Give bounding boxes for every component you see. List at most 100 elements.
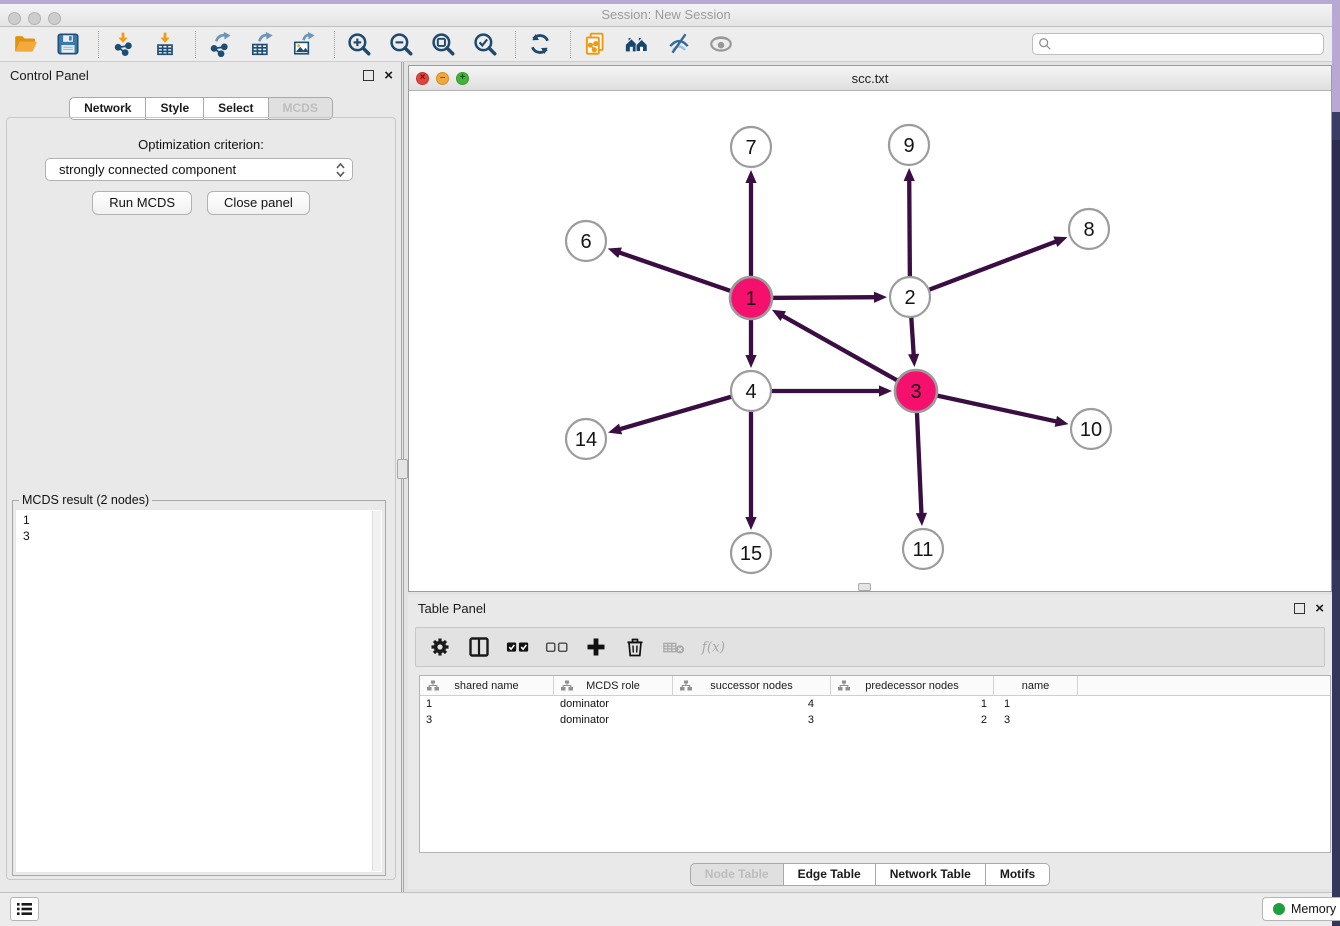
node-table-header: shared nameMCDS rolesuccessor nodesprede…	[420, 676, 1330, 696]
zoom-window-button[interactable]	[48, 12, 61, 25]
unselect-all-columns-icon[interactable]	[545, 635, 569, 659]
svg-text:2: 2	[904, 287, 915, 309]
network-minimize-button[interactable]: –	[436, 72, 449, 85]
mcds-result-text: 1 3	[16, 510, 382, 544]
export-image-icon[interactable]	[290, 31, 317, 58]
graph-node-2[interactable]: 2	[890, 277, 930, 317]
zoom-out-icon[interactable]	[387, 31, 414, 58]
network-canvas[interactable]: 7 9 6 8 1 2 4 3 14 10 15 11	[409, 91, 1331, 591]
graph-node-11[interactable]: 11	[903, 529, 943, 569]
svg-text:11: 11	[913, 539, 934, 561]
status-bar	[0, 892, 1332, 926]
close-table-panel-icon[interactable]: ×	[1315, 603, 1324, 614]
graph-node-9[interactable]: 9	[889, 125, 929, 165]
clone-network-icon[interactable]	[581, 31, 608, 58]
toggle-column-panel-icon[interactable]	[467, 635, 491, 659]
close-window-button[interactable]	[8, 12, 21, 25]
result-scrollbar[interactable]	[372, 511, 381, 871]
edge-4-3[interactable]	[751, 385, 892, 396]
search-input[interactable]	[1032, 33, 1324, 55]
graph-node-8[interactable]: 8	[1069, 209, 1109, 249]
column-header-successor-nodes[interactable]: successor nodes	[673, 676, 831, 695]
column-attribute-icon	[680, 680, 692, 691]
main-toolbar	[0, 27, 1332, 62]
close-panel-button[interactable]: Close panel	[207, 191, 310, 215]
select-all-columns-icon[interactable]	[506, 635, 530, 659]
refresh-layout-icon[interactable]	[526, 31, 553, 58]
float-panel-icon[interactable]	[363, 70, 374, 81]
column-header-predecessor-nodes[interactable]: predecessor nodes	[831, 676, 994, 695]
show-details-icon[interactable]	[707, 31, 734, 58]
toolbar-separator	[334, 31, 335, 58]
network-overview-icon[interactable]	[623, 31, 650, 58]
table-row[interactable]: 1dominator411	[420, 696, 1330, 712]
graph-node-3[interactable]: 3	[895, 370, 937, 412]
zoom-selected-icon[interactable]	[471, 31, 498, 58]
network-close-button[interactable]: ×	[416, 72, 429, 85]
toolbar-separator	[515, 31, 516, 58]
cell-shared-name: 1	[420, 696, 554, 712]
svg-text:7: 7	[745, 137, 756, 159]
mcds-buttons-row: Run MCDS Close panel	[0, 191, 402, 215]
graph-node-7[interactable]: 7	[731, 127, 771, 167]
export-table-icon[interactable]	[248, 31, 275, 58]
search-icon	[1038, 37, 1052, 51]
edge-3-1[interactable]	[772, 310, 916, 391]
svg-text:8: 8	[1083, 219, 1094, 241]
svg-text:1: 1	[745, 288, 756, 310]
svg-text:4: 4	[745, 381, 756, 403]
toolbar-separator	[195, 31, 196, 58]
network-window-title: scc.txt	[409, 71, 1331, 86]
hide-details-icon[interactable]	[665, 31, 692, 58]
table-tab-network-table[interactable]: Network Table	[876, 863, 986, 886]
edge-3-10[interactable]	[916, 391, 1069, 427]
network-zoom-button[interactable]: +	[456, 72, 469, 85]
optimization-label: Optimization criterion:	[0, 137, 402, 152]
graph-node-15[interactable]: 15	[731, 533, 771, 573]
list-icon	[16, 902, 33, 916]
graph-node-1[interactable]: 1	[730, 277, 772, 319]
svg-text:15: 15	[740, 543, 762, 565]
run-mcds-button[interactable]: Run MCDS	[92, 191, 192, 215]
column-attribute-icon	[427, 680, 439, 691]
network-graph[interactable]: 7 9 6 8 1 2 4 3 14 10 15 11	[409, 91, 1331, 591]
table-tab-motifs[interactable]: Motifs	[986, 863, 1050, 886]
table-tab-node-table[interactable]: Node Table	[690, 863, 784, 886]
float-table-panel-icon[interactable]	[1294, 603, 1305, 614]
table-tab-edge-table[interactable]: Edge Table	[784, 863, 876, 886]
task-history-button[interactable]	[10, 897, 39, 921]
open-folder-icon[interactable]	[12, 31, 39, 58]
optimization-select-value: strongly connected component	[59, 162, 335, 177]
memory-button[interactable]: Memory	[1262, 897, 1340, 921]
node-table-body: 1dominator4113dominator323	[420, 696, 1330, 728]
save-icon[interactable]	[54, 31, 81, 58]
table-row[interactable]: 3dominator323	[420, 712, 1330, 728]
column-header-shared-name[interactable]: shared name	[420, 676, 554, 695]
edge-4-14[interactable]	[608, 391, 751, 434]
svg-text:14: 14	[575, 429, 597, 451]
graph-node-6[interactable]: 6	[566, 221, 606, 261]
import-table-icon[interactable]	[151, 31, 178, 58]
import-network-icon[interactable]	[109, 31, 136, 58]
cell-predecessor-nodes: 1	[831, 696, 994, 712]
zoom-fit-icon[interactable]	[429, 31, 456, 58]
horizontal-splitter-handle[interactable]	[858, 583, 871, 591]
close-panel-icon[interactable]: ×	[384, 70, 393, 81]
edge-1-6[interactable]	[608, 247, 751, 298]
graph-node-4[interactable]: 4	[731, 371, 771, 411]
optimization-select[interactable]: strongly connected component	[45, 158, 353, 181]
delete-column-trash-icon[interactable]	[623, 635, 647, 659]
edge-2-8[interactable]	[910, 237, 1067, 297]
vertical-splitter-handle[interactable]	[397, 459, 408, 479]
cell-successor-nodes: 4	[673, 696, 831, 712]
graph-node-14[interactable]: 14	[566, 419, 606, 459]
create-column-plus-icon[interactable]	[584, 635, 608, 659]
column-header-MCDS-role[interactable]: MCDS role	[554, 676, 673, 695]
graph-node-10[interactable]: 10	[1071, 409, 1111, 449]
zoom-in-icon[interactable]	[345, 31, 372, 58]
function-builder-icon-disabled: f(x)	[701, 635, 725, 659]
export-network-icon[interactable]	[206, 31, 233, 58]
minimize-window-button[interactable]	[28, 12, 41, 25]
table-settings-gear-icon[interactable]	[428, 635, 452, 659]
column-header-name[interactable]: name	[994, 676, 1078, 695]
